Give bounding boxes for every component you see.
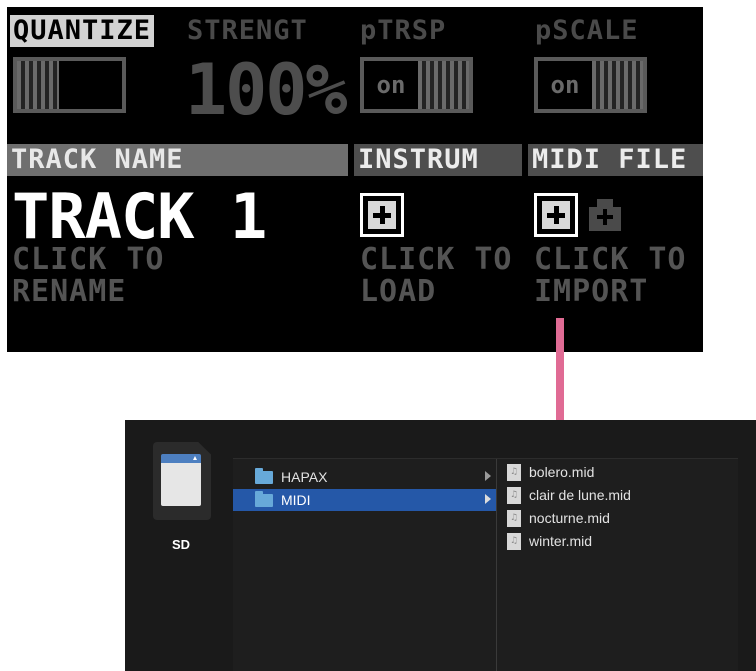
audio-file-icon: ♫ [507,509,521,527]
file-row[interactable]: ♫ bolero.mid [497,461,738,483]
file-name: winter.mid [529,533,593,549]
import-hint: CLICK TO IMPORT [534,242,687,309]
strength-value[interactable]: 100% [185,55,348,125]
ptrsp-toggle[interactable]: on [360,57,473,113]
ptrsp-header: pTRSP [360,15,447,46]
pscale-toggle[interactable]: on [534,57,647,113]
device-screen: QUANTIZE STRENGT pTRSP pSCALE 100% on on… [7,7,703,352]
file-name: bolero.mid [529,464,595,480]
column-browser: HAPAX MIDI ♫ bolero.mid ♫ clair de lune.… [233,458,738,671]
folder-row-hapax[interactable]: HAPAX [233,466,496,488]
midi-import-button[interactable] [534,193,578,237]
audio-file-icon: ♫ [507,463,521,481]
track-name-value[interactable]: TRACK 1 [12,185,267,249]
track-name-header: TRACK NAME [7,144,348,176]
file-row[interactable]: ♫ clair de lune.mid [497,484,738,506]
chevron-right-icon [485,494,491,504]
midi-file-header: MIDI FILE [528,144,703,176]
file-row[interactable]: ♫ winter.mid [497,530,738,552]
ptrsp-toggle-label: on [376,71,406,99]
folder-row-midi[interactable]: MIDI [233,489,496,511]
instrument-header: INSTRUM [354,144,522,176]
audio-file-icon: ♫ [507,532,521,550]
plus-icon [368,201,396,229]
folder-name: HAPAX [281,469,328,485]
chevron-right-icon [485,471,491,481]
folder-name: MIDI [281,492,311,508]
file-column: ♫ bolero.mid ♫ clair de lune.mid ♫ noctu… [497,459,738,671]
strength-header: STRENGT [187,15,308,46]
sd-drive-label: SD [171,537,191,552]
eject-arrow-icon [193,456,197,460]
pscale-header: pSCALE [535,15,639,46]
rename-hint: CLICK TO RENAME [12,242,165,309]
file-row[interactable]: ♫ nocturne.mid [497,507,738,529]
load-hint: CLICK TO LOAD [360,242,513,309]
folder-icon [255,467,273,484]
audio-file-icon: ♫ [507,486,521,504]
quantize-header: QUANTIZE [10,15,155,47]
file-name: nocturne.mid [529,510,610,526]
plus-icon [542,201,570,229]
sd-card-label-area [161,454,201,506]
finder-window: SD HAPAX MIDI ♫ bolero.mid ♫ clair de lu… [125,420,756,671]
instrument-add-button[interactable] [360,193,404,237]
folder-column: HAPAX MIDI [233,459,496,671]
quantize-toggle[interactable] [13,57,126,113]
file-name: clair de lune.mid [529,487,631,503]
arrow-line [556,318,564,422]
pscale-toggle-label: on [550,71,580,99]
midi-import-secondary-icon [589,199,621,231]
folder-icon [255,490,273,507]
